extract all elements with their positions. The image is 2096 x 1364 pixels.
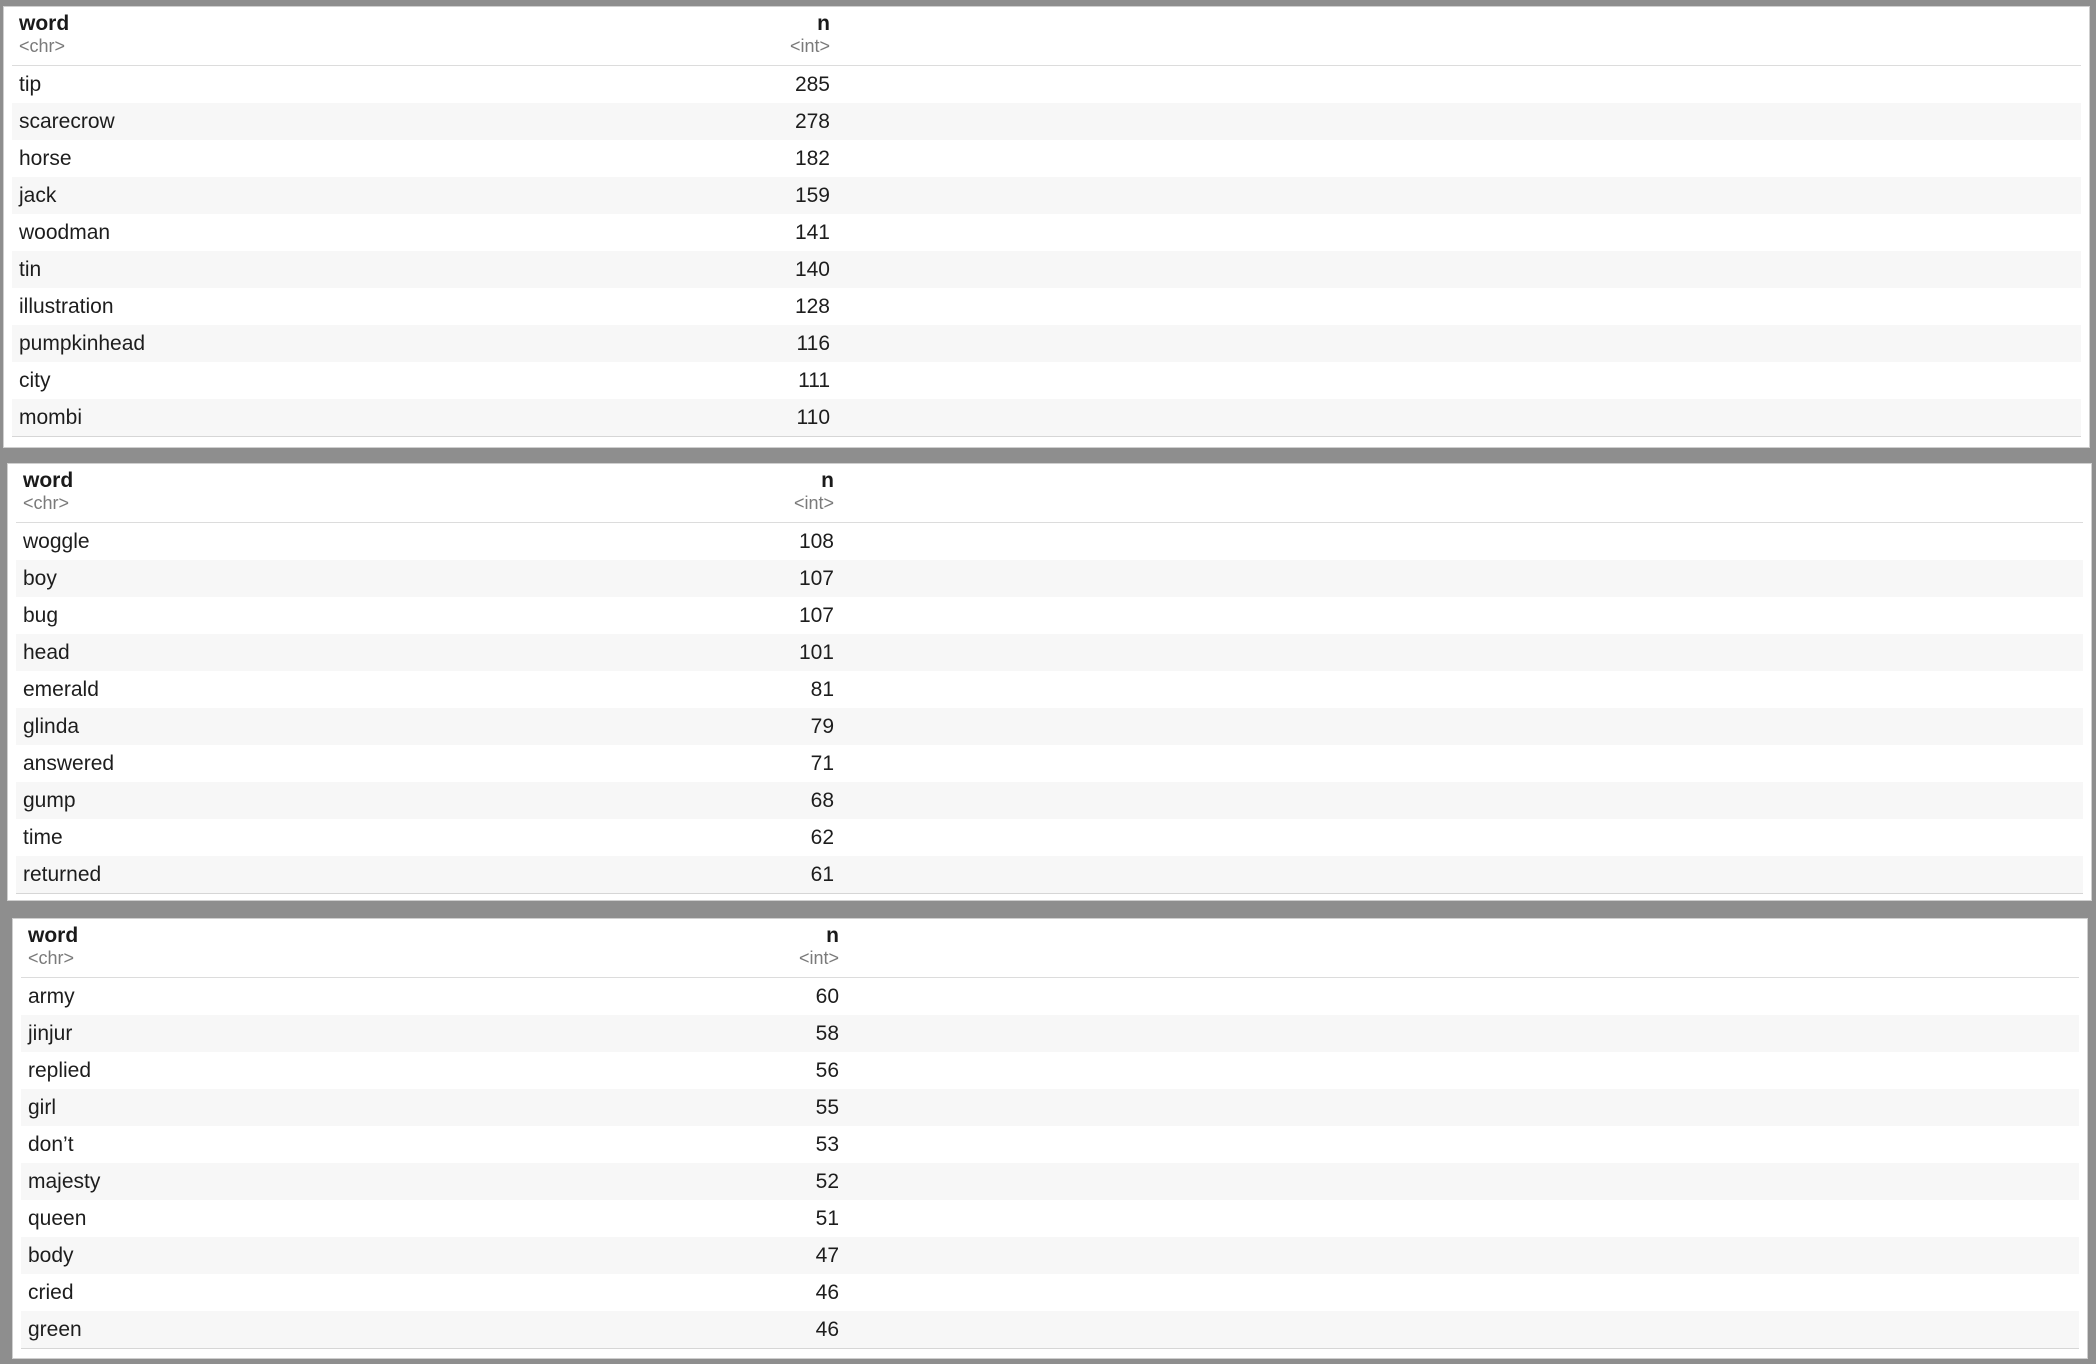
cell-n: 107	[798, 604, 834, 627]
table-row: green 46	[21, 1311, 2079, 1348]
cell-n: 51	[815, 1207, 839, 1230]
table-row: illustration 128	[12, 288, 2081, 325]
cell-n: 101	[798, 641, 834, 664]
table-row: mombi 110	[12, 399, 2081, 436]
table-row: returned 61	[16, 856, 2083, 893]
table-row: jinjur 58	[21, 1015, 2079, 1052]
cell-n: 108	[798, 530, 834, 553]
cell-n: 52	[815, 1170, 839, 1193]
tibble-output-2: word <chr> n <int> woggle 108 boy 107 bug 1…	[7, 463, 2092, 901]
cell-n: 60	[815, 985, 839, 1008]
table-row: pumpkinhead 116	[12, 325, 2081, 362]
table-body: tip 285 scarecrow 278 horse 182 jack 159 woo…	[12, 66, 2081, 436]
column-type-n: <int>	[789, 36, 830, 56]
table-header: word <chr> n <int>	[12, 7, 2081, 66]
table-body: army 60 jinjur 58 replied 56 girl 55 don’t 53…	[21, 978, 2079, 1348]
cell-n: 46	[815, 1318, 839, 1341]
column-header-n[interactable]: n	[12, 12, 830, 36]
table-row: tin 140	[12, 251, 2081, 288]
table-row: horse 182	[12, 140, 2081, 177]
cell-n: 47	[815, 1244, 839, 1267]
table-row: majesty 52	[21, 1163, 2079, 1200]
column-type-n: <int>	[793, 493, 834, 513]
column-header-n[interactable]: n	[21, 924, 839, 948]
cell-n: 61	[810, 863, 834, 886]
cell-n: 182	[794, 147, 830, 170]
table-row: gump 68	[16, 782, 2083, 819]
table-row: boy 107	[16, 560, 2083, 597]
table-row: emerald 81	[16, 671, 2083, 708]
table-row: glinda 79	[16, 708, 2083, 745]
cell-n: 116	[796, 332, 830, 355]
column-type-n: <int>	[798, 948, 839, 968]
cell-n: 71	[810, 752, 834, 775]
cell-n: 68	[810, 789, 834, 812]
cell-n: 55	[815, 1096, 839, 1119]
table-row: bug 107	[16, 597, 2083, 634]
column-header-n[interactable]: n	[16, 469, 834, 493]
table-row: tip 285	[12, 66, 2081, 103]
table-row: don’t 53	[21, 1126, 2079, 1163]
table-bottom-rule	[12, 436, 2081, 437]
table-row: scarecrow 278	[12, 103, 2081, 140]
cell-n: 58	[815, 1022, 839, 1045]
table-header: word <chr> n <int>	[21, 919, 2079, 978]
table-row: time 62	[16, 819, 2083, 856]
table-row: cried 46	[21, 1274, 2079, 1311]
table-row: replied 56	[21, 1052, 2079, 1089]
cell-n: 81	[810, 678, 834, 701]
table-row: queen 51	[21, 1200, 2079, 1237]
cell-n: 56	[815, 1059, 839, 1082]
cell-n: 62	[810, 826, 834, 849]
tibble-output-1: word <chr> n <int> tip 285 scarecrow 278 h…	[3, 6, 2090, 448]
data-table-1: word <chr> n <int> tip 285 scarecrow 278 h…	[12, 7, 2081, 437]
cell-n: 285	[794, 73, 830, 96]
cell-n: 110	[796, 406, 830, 429]
cell-n: 107	[798, 567, 834, 590]
data-table-2: word <chr> n <int> woggle 108 boy 107 bug 1…	[16, 464, 2083, 894]
table-header: word <chr> n <int>	[16, 464, 2083, 523]
table-row: army 60	[21, 978, 2079, 1015]
data-table-3: word <chr> n <int> army 60 jinjur 58 repli…	[21, 919, 2079, 1349]
table-row: woggle 108	[16, 523, 2083, 560]
table-bottom-rule	[16, 893, 2083, 894]
cell-n: 159	[794, 184, 830, 207]
cell-n: 128	[794, 295, 830, 318]
cell-n: 46	[815, 1281, 839, 1304]
table-row: answered 71	[16, 745, 2083, 782]
cell-n: 141	[794, 221, 830, 244]
table-row: city 111	[12, 362, 2081, 399]
cell-n: 111	[798, 369, 830, 392]
table-row: woodman 141	[12, 214, 2081, 251]
table-body: woggle 108 boy 107 bug 107 head 101 emerald 8…	[16, 523, 2083, 893]
cell-n: 140	[794, 258, 830, 281]
table-row: girl 55	[21, 1089, 2079, 1126]
table-bottom-rule	[21, 1348, 2079, 1349]
table-row: jack 159	[12, 177, 2081, 214]
cell-n: 278	[794, 110, 830, 133]
cell-n: 79	[810, 715, 834, 738]
table-row: body 47	[21, 1237, 2079, 1274]
tibble-output-3: word <chr> n <int> army 60 jinjur 58 repli…	[12, 918, 2088, 1359]
table-row: head 101	[16, 634, 2083, 671]
cell-n: 53	[815, 1133, 839, 1156]
